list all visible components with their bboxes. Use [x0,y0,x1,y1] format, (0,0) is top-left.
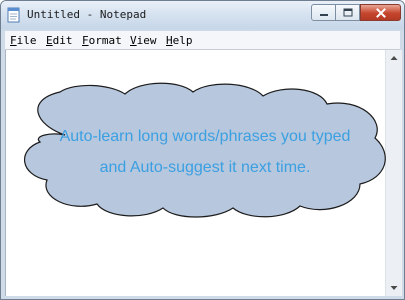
callout-line-1: Auto-learn long words/phrases you typed [59,128,351,145]
menu-format[interactable]: Format [82,34,122,47]
menu-help[interactable]: Help [166,34,193,47]
callout-line-2: and Auto-suggest it next time. [99,159,311,176]
callout-cloud [23,82,386,218]
scroll-up-arrow-icon [390,56,398,60]
menu-view[interactable]: View [130,34,157,47]
title-bar[interactable]: Untitled - Notepad [1,1,404,29]
maximize-icon [343,8,352,17]
menu-bar: File Edit Format View Help [5,31,400,50]
minimize-icon [319,13,328,16]
maximize-button[interactable] [335,4,360,21]
menu-edit[interactable]: Edit [46,34,73,47]
menu-file[interactable]: File [10,34,37,47]
minimize-button[interactable] [311,4,336,21]
close-button[interactable] [360,4,401,21]
scroll-up-button[interactable] [386,50,402,66]
scroll-down-arrow-icon [390,286,398,290]
scroll-down-button[interactable] [386,280,402,296]
notepad-icon [7,7,20,23]
window-title: Untitled - Notepad [27,8,147,21]
cloud-shape [23,82,386,218]
close-icon [375,7,386,18]
